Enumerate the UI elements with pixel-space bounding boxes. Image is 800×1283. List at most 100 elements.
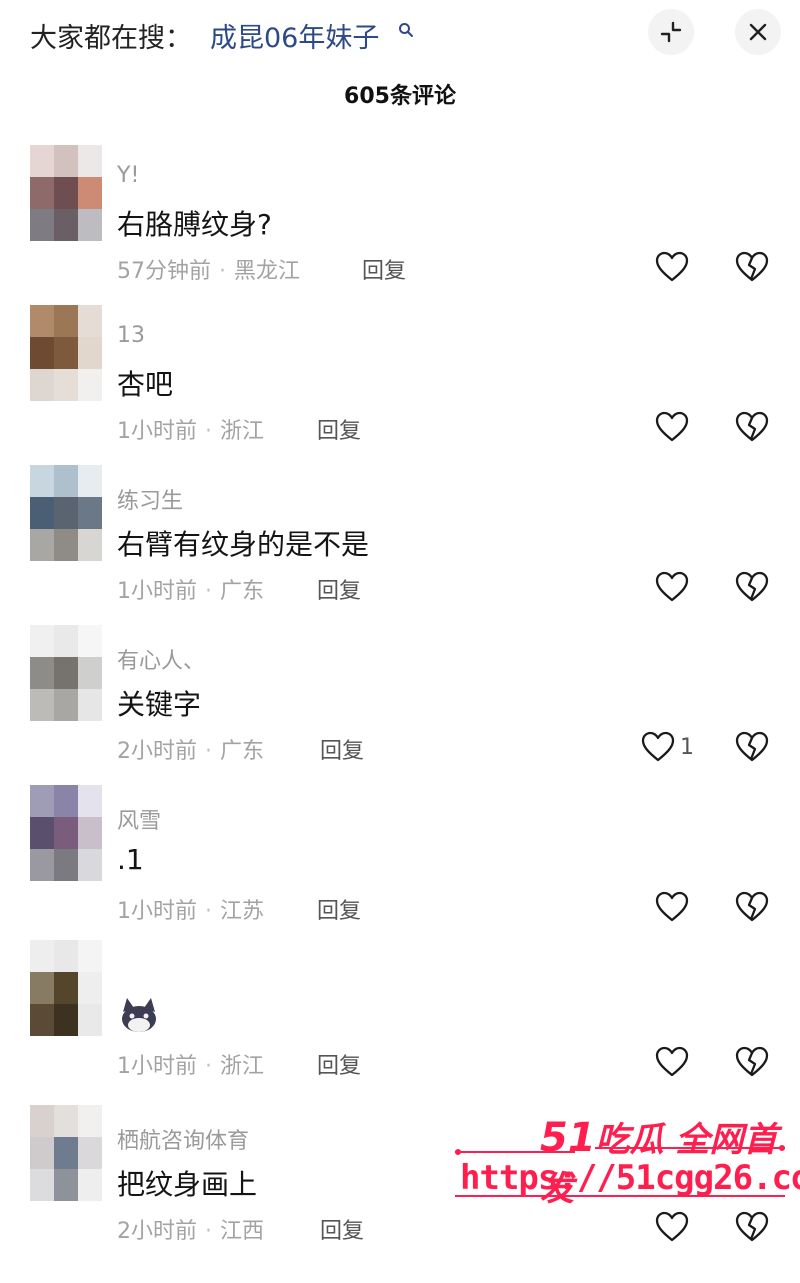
avatar-pixel xyxy=(30,1169,54,1201)
avatar-pixel xyxy=(30,1105,54,1137)
reply-button[interactable]: 回复 xyxy=(320,733,364,765)
broken-heart-icon[interactable] xyxy=(734,729,770,765)
reply-button[interactable]: 回复 xyxy=(362,253,406,285)
avatar[interactable] xyxy=(30,1105,102,1201)
avatar[interactable] xyxy=(30,940,102,1036)
comment-location: 浙江 xyxy=(220,419,265,444)
like-button[interactable] xyxy=(654,409,694,445)
avatar-pixel xyxy=(78,369,102,401)
avatar[interactable] xyxy=(30,145,102,241)
search-icon[interactable] xyxy=(398,22,414,38)
avatar-pixel xyxy=(30,625,54,657)
comment-meta: 2小时前 · 江西 xyxy=(117,1213,264,1245)
avatar-pixel xyxy=(54,657,78,689)
comment-username[interactable]: 栖航咨询体育 xyxy=(117,1123,249,1155)
broken-heart-icon[interactable] xyxy=(734,249,770,285)
avatar-pixel xyxy=(30,337,54,369)
comment-time: 2小时前 xyxy=(117,739,197,764)
comment-location: 广东 xyxy=(220,739,265,764)
broken-heart-icon[interactable] xyxy=(734,1209,770,1245)
like-count: 1 xyxy=(680,734,694,760)
avatar-pixel xyxy=(30,465,54,497)
avatar-pixel xyxy=(54,817,78,849)
avatar-pixel xyxy=(78,209,102,241)
avatar-pixel xyxy=(30,1004,54,1036)
comment-meta: 57分钟前 · 黑龙江 xyxy=(117,253,300,285)
avatar-pixel xyxy=(54,337,78,369)
reply-button[interactable]: 回复 xyxy=(317,893,361,925)
avatar-pixel xyxy=(78,529,102,561)
avatar-pixel xyxy=(30,145,54,177)
avatar-pixel xyxy=(54,497,78,529)
avatar[interactable] xyxy=(30,465,102,561)
comment-meta: 1小时前 · 浙江 xyxy=(117,1048,264,1080)
avatar-pixel xyxy=(54,209,78,241)
watermark-brand-number: 51 xyxy=(540,1115,596,1161)
avatar-pixel xyxy=(54,529,78,561)
comment-location: 江苏 xyxy=(220,899,265,924)
avatar-pixel xyxy=(78,1169,102,1201)
broken-heart-icon[interactable] xyxy=(734,569,770,605)
broken-heart-icon[interactable] xyxy=(734,409,770,445)
avatar-pixel xyxy=(54,972,78,1004)
close-icon xyxy=(749,23,767,41)
avatar-pixel xyxy=(30,1137,54,1169)
avatar-pixel xyxy=(78,177,102,209)
comment-username[interactable]: 风雪 xyxy=(117,803,161,835)
comment-time: 2小时前 xyxy=(117,1219,197,1244)
comment-time: 57分钟前 xyxy=(117,259,211,284)
comment-location: 浙江 xyxy=(220,1054,265,1079)
heart-icon xyxy=(655,891,689,922)
heart-icon xyxy=(655,1211,689,1242)
like-button[interactable] xyxy=(654,1044,694,1080)
avatar-pixel xyxy=(78,1105,102,1137)
reply-button[interactable]: 回复 xyxy=(317,573,361,605)
avatar[interactable] xyxy=(30,305,102,401)
collapse-button[interactable] xyxy=(648,9,694,55)
comment-time: 1小时前 xyxy=(117,1054,197,1079)
comment-username[interactable]: Y! xyxy=(117,163,139,188)
avatar-pixel xyxy=(54,465,78,497)
comment-username[interactable]: 练习生 xyxy=(117,483,183,515)
reply-button[interactable]: 回复 xyxy=(320,1213,364,1245)
comment-time: 1小时前 xyxy=(117,579,197,604)
reply-button[interactable]: 回复 xyxy=(317,1048,361,1080)
comment-username[interactable]: 有心人、 xyxy=(117,643,205,675)
close-button[interactable] xyxy=(735,9,781,55)
avatar-pixel xyxy=(54,785,78,817)
like-button[interactable] xyxy=(654,889,694,925)
avatar[interactable] xyxy=(30,625,102,721)
comment-time: 1小时前 xyxy=(117,419,197,444)
avatar-pixel xyxy=(54,145,78,177)
comment-item: 风雪 .1 1小时前 · 江苏 回复 xyxy=(0,785,800,945)
comment-location: 江西 xyxy=(220,1219,265,1244)
collapse-icon xyxy=(660,21,682,43)
avatar-pixel xyxy=(78,1004,102,1036)
avatar-pixel xyxy=(54,1004,78,1036)
reply-button[interactable]: 回复 xyxy=(317,413,361,445)
watermark-url: https://51cgg26.com xyxy=(460,1158,800,1198)
comment-meta: 2小时前 · 广东 xyxy=(117,733,264,765)
trending-search-link[interactable]: 成昆06年妹子 xyxy=(210,16,379,55)
avatar-pixel xyxy=(54,369,78,401)
broken-heart-icon[interactable] xyxy=(734,1044,770,1080)
broken-heart-icon[interactable] xyxy=(734,889,770,925)
avatar-pixel xyxy=(78,785,102,817)
like-button[interactable] xyxy=(654,1209,694,1245)
avatar-pixel xyxy=(30,369,54,401)
comment-meta: 1小时前 · 广东 xyxy=(117,573,264,605)
comment-meta: 1小时前 · 江苏 xyxy=(117,893,264,925)
avatar-pixel xyxy=(30,849,54,881)
avatar[interactable] xyxy=(30,785,102,881)
comment-text: 杏吧 xyxy=(117,368,174,401)
avatar-pixel xyxy=(54,849,78,881)
meta-separator: · xyxy=(205,419,212,444)
avatar-pixel xyxy=(78,817,102,849)
like-button[interactable] xyxy=(654,569,694,605)
avatar-pixel xyxy=(30,972,54,1004)
avatar-pixel xyxy=(30,209,54,241)
avatar-pixel xyxy=(54,177,78,209)
like-button[interactable]: 1 xyxy=(640,729,694,765)
like-button[interactable] xyxy=(654,249,694,285)
comment-username[interactable]: 13 xyxy=(117,323,145,348)
